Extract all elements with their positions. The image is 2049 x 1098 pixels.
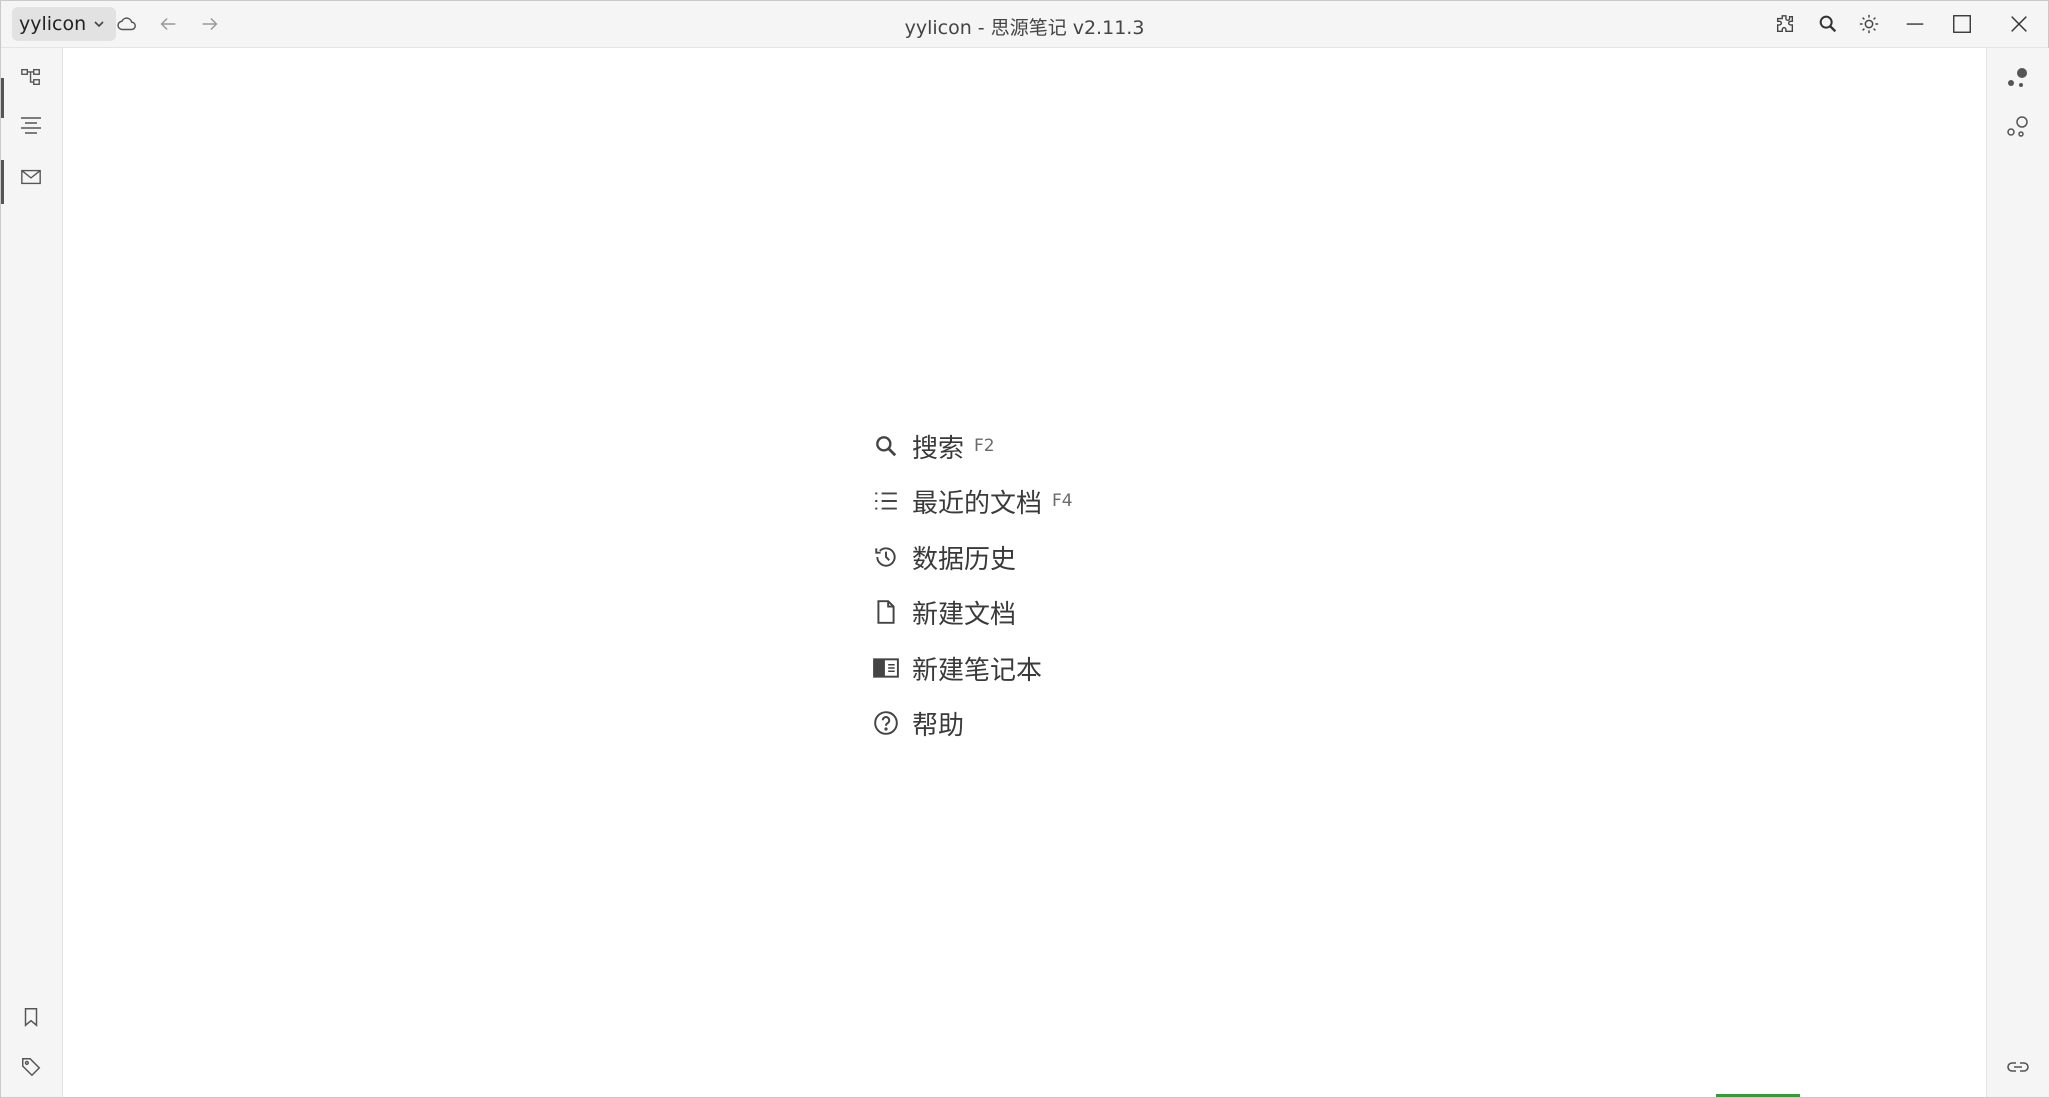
outline-icon[interactable] [18, 113, 44, 139]
menu-item-label: 帮助 [912, 710, 965, 741]
shortcut-hint: F4 [1052, 491, 1073, 511]
theme-sun-icon[interactable] [1857, 12, 1881, 36]
left-dock [1, 48, 63, 1097]
backlink-icon[interactable] [2005, 1054, 2031, 1080]
search-icon[interactable] [1816, 12, 1840, 36]
active-panel-marker [1, 78, 4, 118]
status-accent-bar [1716, 1094, 1800, 1097]
menu-item-new-notebook[interactable]: 新建笔记本 [872, 647, 1042, 689]
inbox-icon[interactable] [18, 164, 44, 190]
plugin-icon[interactable] [1773, 12, 1797, 36]
menu-item-new-doc[interactable]: 新建文档 [872, 591, 1016, 633]
file-tree-icon[interactable] [18, 64, 44, 90]
notebook-icon [872, 654, 900, 682]
minimize-icon[interactable] [1903, 12, 1927, 36]
app-window [0, 0, 2049, 1098]
file-icon [872, 598, 900, 626]
search-icon [872, 432, 900, 460]
shortcut-hint: F2 [974, 436, 995, 456]
active-panel-marker [1, 160, 4, 204]
menu-item-label: 搜索 [912, 433, 965, 464]
menu-item-label: 最近的文档 [912, 488, 1043, 519]
title-bar: yylicon yylicon - 思源笔记 v2.11.3 [1, 1, 2048, 48]
menu-item-recent-docs[interactable]: 最近的文档 F4 [872, 480, 1073, 522]
bookmark-icon[interactable] [18, 1004, 44, 1030]
menu-item-label: 新建文档 [912, 599, 1017, 630]
close-icon[interactable] [2007, 12, 2031, 36]
graph-view-icon[interactable] [2005, 64, 2031, 90]
global-graph-icon[interactable] [2005, 113, 2031, 139]
menu-item-search[interactable]: 搜索 F2 [872, 425, 995, 467]
tag-icon[interactable] [18, 1054, 44, 1080]
help-icon [872, 709, 900, 737]
window-title: yylicon - 思源笔记 v2.11.3 [904, 17, 1145, 39]
menu-item-data-history[interactable]: 数据历史 [872, 536, 1016, 578]
menu-item-help[interactable]: 帮助 [872, 702, 964, 744]
menu-item-label: 数据历史 [912, 544, 1017, 575]
list-icon [872, 487, 900, 515]
right-dock [1986, 48, 2049, 1097]
history-icon [872, 543, 900, 571]
menu-item-label: 新建笔记本 [912, 655, 1043, 686]
maximize-icon[interactable] [1950, 12, 1974, 36]
